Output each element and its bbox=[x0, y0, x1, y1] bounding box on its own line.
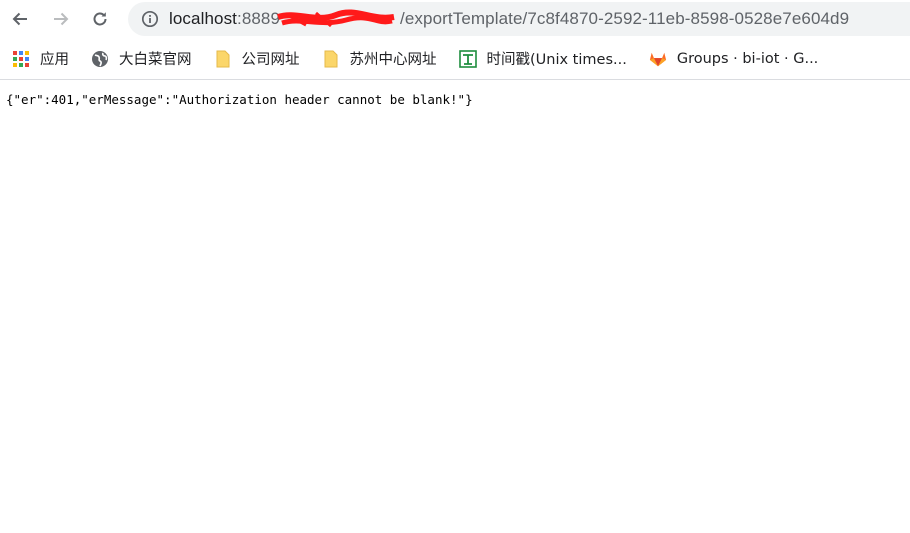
folder-icon bbox=[322, 50, 340, 68]
bookmark-label: 公司网址 bbox=[241, 52, 300, 68]
bookmark-label: 时间戳(Unix times... bbox=[486, 52, 627, 68]
back-button[interactable] bbox=[7, 6, 33, 32]
globe-icon bbox=[91, 50, 109, 68]
bookmark-gitlab[interactable]: Groups · bi-iot · G... bbox=[649, 44, 826, 74]
browser-toolbar: localhost:8889/exportTemplate/7c8f4870-2… bbox=[0, 0, 910, 38]
url-path: /exportTemplate/7c8f4870-2592-11eb-8598-… bbox=[400, 9, 850, 28]
bookmarks-bar: 应用 大白菜官网 公司网址 苏州中心网址 时间戳(Unix times... G… bbox=[0, 38, 910, 80]
apps-grid-icon bbox=[12, 50, 30, 68]
timestamp-icon bbox=[458, 49, 477, 68]
bookmark-timestamp[interactable]: 时间戳(Unix times... bbox=[458, 44, 635, 74]
reload-icon bbox=[93, 12, 107, 26]
bookmark-label: 应用 bbox=[40, 52, 69, 68]
bookmark-label: Groups · bi-iot · G... bbox=[676, 50, 819, 67]
reload-button[interactable] bbox=[87, 6, 113, 32]
folder-icon bbox=[214, 50, 232, 68]
url-host: localhost bbox=[169, 9, 237, 28]
page-content: {"er":401,"erMessage":"Authorization hea… bbox=[0, 80, 910, 119]
arrow-left-icon bbox=[12, 12, 27, 26]
bookmark-label: 大白菜官网 bbox=[119, 52, 192, 68]
json-response-text: {"er":401,"erMessage":"Authorization hea… bbox=[6, 92, 473, 107]
address-bar[interactable]: localhost:8889/exportTemplate/7c8f4870-2… bbox=[128, 2, 910, 36]
bookmark-label: 苏州中心网址 bbox=[349, 52, 437, 68]
bookmark-dabaicai[interactable]: 大白菜官网 bbox=[91, 44, 200, 74]
bookmark-suzhou[interactable]: 苏州中心网址 bbox=[322, 44, 445, 74]
bookmark-company[interactable]: 公司网址 bbox=[214, 44, 308, 74]
url-text: localhost:8889/exportTemplate/7c8f4870-2… bbox=[169, 9, 849, 29]
url-port: :8889 bbox=[237, 9, 281, 28]
arrow-right-icon bbox=[54, 12, 69, 26]
redaction-scribble bbox=[277, 9, 400, 29]
gitlab-icon bbox=[649, 50, 667, 68]
forward-button[interactable] bbox=[48, 6, 74, 32]
bookmark-apps[interactable]: 应用 bbox=[12, 44, 77, 74]
info-icon[interactable] bbox=[141, 10, 159, 28]
